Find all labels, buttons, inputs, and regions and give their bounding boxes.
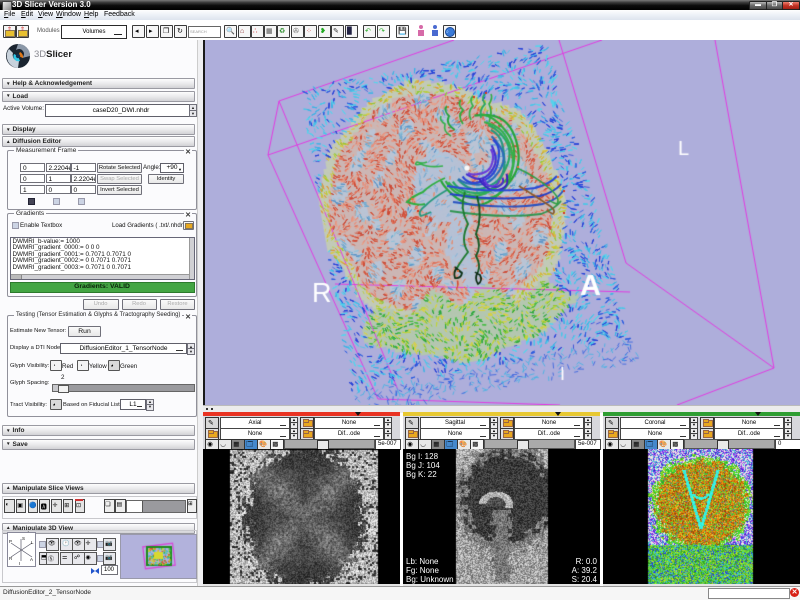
svg-text:S: S xyxy=(22,536,25,541)
svg-text:R: R xyxy=(9,556,13,561)
svg-text:A: A xyxy=(30,557,33,562)
svg-text:P: P xyxy=(9,539,12,544)
svg-text:I: I xyxy=(19,561,20,566)
svg-text:L: L xyxy=(31,540,34,545)
